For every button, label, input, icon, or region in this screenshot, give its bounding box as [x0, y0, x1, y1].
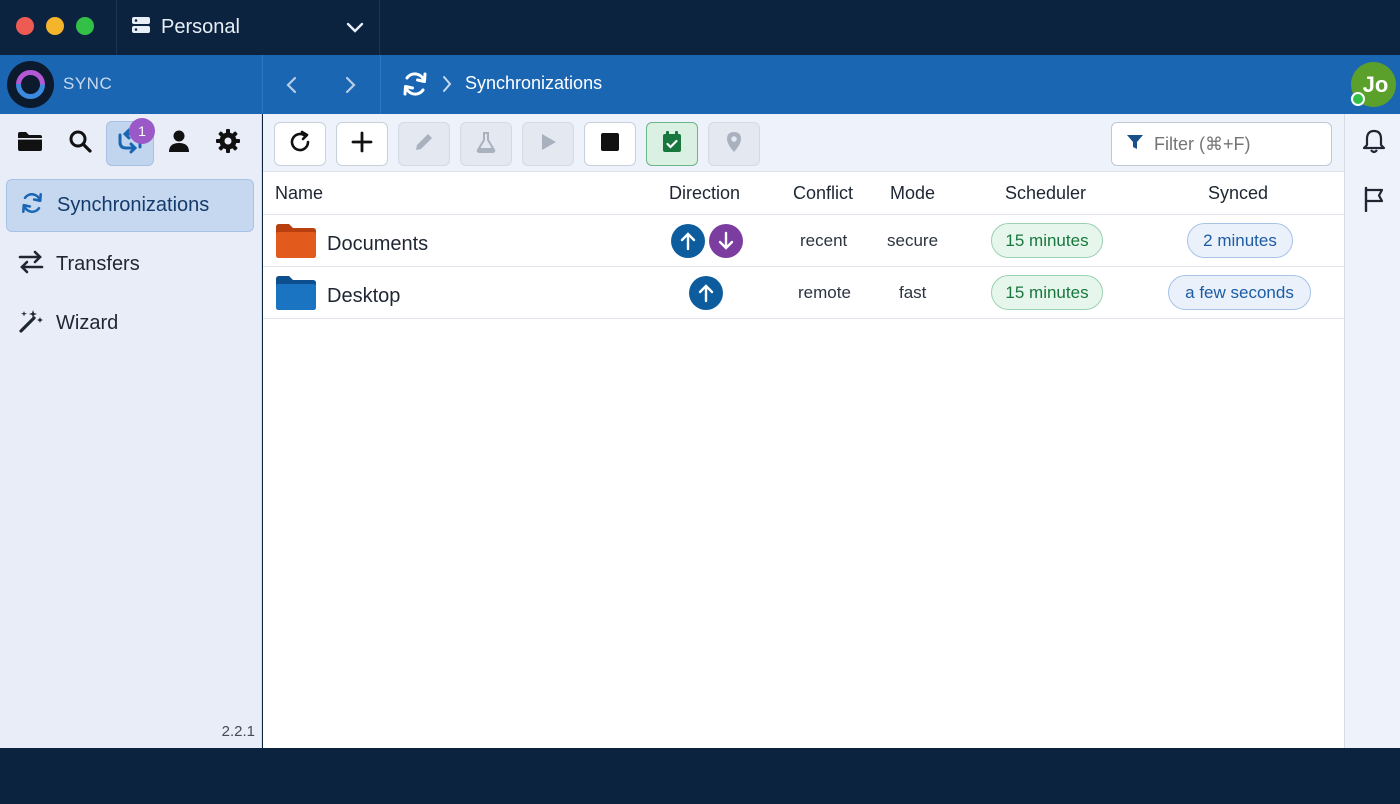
column-header-scheduler[interactable]: Scheduler — [1005, 183, 1086, 204]
sidebar-item-synchronizations[interactable]: Synchronizations — [6, 179, 254, 232]
server-icon — [131, 15, 151, 41]
page-title: Synchronizations — [465, 73, 603, 93]
column-header-synced[interactable]: Synced — [1208, 183, 1268, 204]
filter-field[interactable] — [1111, 122, 1332, 166]
refresh-button[interactable] — [274, 122, 326, 166]
refresh-icon — [288, 130, 312, 159]
notification-badge: 1 — [129, 118, 155, 144]
transfer-icon — [18, 250, 44, 280]
chevron-right-icon — [440, 74, 454, 99]
sidebar-item-label: Transfers — [56, 253, 140, 275]
sync-icon — [400, 69, 430, 104]
sidebar-item-label: Synchronizations — [57, 194, 210, 216]
back-button[interactable] — [277, 70, 307, 100]
sidebar-item-transfers[interactable]: Transfers — [6, 238, 254, 291]
zoom-window-button[interactable] — [76, 17, 94, 35]
online-status-dot — [1351, 92, 1365, 106]
table-header: Name Direction Conflict Mode Scheduler S… — [263, 172, 1344, 215]
table-row[interactable]: Desktop remote fast 15 minutes a few sec… — [263, 267, 1344, 319]
upload-direction-icon — [671, 224, 705, 258]
chevron-down-icon — [345, 17, 365, 43]
sidebar: Synchronizations Transfers Wizard 2.2.1 — [0, 114, 262, 748]
right-rail — [1344, 114, 1400, 748]
close-window-button[interactable] — [16, 17, 34, 35]
column-header-name[interactable]: Name — [275, 183, 323, 204]
stop-button[interactable] — [584, 122, 636, 166]
folder-icon — [275, 275, 317, 317]
column-header-conflict[interactable]: Conflict — [793, 183, 853, 204]
row-name: Documents — [327, 232, 429, 255]
conflict-cell: recent — [800, 231, 848, 250]
sidebar-item-label: Wizard — [56, 312, 119, 334]
plus-icon — [351, 131, 373, 158]
table-row[interactable]: Documents recent secure 15 minutes 2 min… — [263, 215, 1344, 267]
synced-pill: 2 minutes — [1187, 223, 1293, 258]
sidebar-settings-button[interactable] — [204, 121, 252, 166]
sidebar-files-button[interactable] — [6, 121, 54, 166]
calendar-check-icon — [661, 130, 683, 159]
sidebar-item-wizard[interactable]: Wizard — [6, 297, 254, 350]
scheduler-pill: 15 minutes — [991, 275, 1103, 310]
sync-icon — [19, 190, 45, 222]
header-divider — [380, 55, 381, 114]
column-header-direction[interactable]: Direction — [669, 183, 740, 204]
app-label: SYNC — [63, 74, 113, 93]
pencil-icon — [413, 131, 435, 158]
column-header-mode[interactable]: Mode — [890, 183, 935, 204]
mode-cell: fast — [899, 283, 927, 302]
user-icon — [168, 129, 190, 158]
locate-button[interactable] — [708, 122, 760, 166]
toolbar — [263, 114, 1344, 172]
filter-icon — [1126, 133, 1144, 156]
profile-selector[interactable]: Personal — [116, 0, 380, 55]
forward-button[interactable] — [335, 70, 365, 100]
magic-wand-icon — [18, 308, 44, 340]
synced-pill: a few seconds — [1168, 275, 1311, 310]
conflict-cell: remote — [798, 283, 851, 302]
bottom-bar — [0, 748, 1400, 804]
main-panel: Name Direction Conflict Mode Scheduler S… — [263, 114, 1344, 748]
folder-icon — [17, 130, 43, 157]
name-cell: Desktop — [275, 275, 400, 317]
bell-icon — [1362, 128, 1386, 159]
header-divider — [262, 55, 263, 114]
feedback-button[interactable] — [1361, 186, 1387, 217]
edit-button[interactable] — [398, 122, 450, 166]
profile-label: Personal — [161, 16, 240, 38]
mode-cell: secure — [887, 231, 939, 250]
flag-icon — [1362, 186, 1386, 217]
notifications-button[interactable] — [1361, 128, 1387, 159]
minimize-window-button[interactable] — [46, 17, 64, 35]
app-logo — [7, 61, 54, 108]
download-direction-icon — [709, 224, 743, 258]
title-bar: Personal — [0, 0, 1400, 55]
folder-icon — [275, 223, 317, 265]
sidebar-account-button[interactable] — [155, 121, 203, 166]
start-button[interactable] — [522, 122, 574, 166]
test-button[interactable] — [460, 122, 512, 166]
row-name: Desktop — [327, 284, 401, 307]
name-cell: Documents — [275, 223, 428, 265]
flask-icon — [475, 131, 497, 158]
search-icon — [68, 129, 92, 158]
gear-icon — [215, 128, 241, 159]
filter-input[interactable] — [1154, 133, 1324, 155]
stop-icon — [600, 132, 620, 157]
scheduler-button[interactable] — [646, 122, 698, 166]
play-icon — [538, 132, 558, 157]
sidebar-search-button[interactable] — [56, 121, 104, 166]
app-version: 2.2.1 — [221, 723, 255, 740]
add-button[interactable] — [336, 122, 388, 166]
scheduler-pill: 15 minutes — [991, 223, 1103, 258]
map-pin-icon — [725, 131, 743, 158]
upload-direction-icon — [689, 276, 723, 310]
app-header: SYNC Synchronizations Jo — [0, 55, 1400, 114]
